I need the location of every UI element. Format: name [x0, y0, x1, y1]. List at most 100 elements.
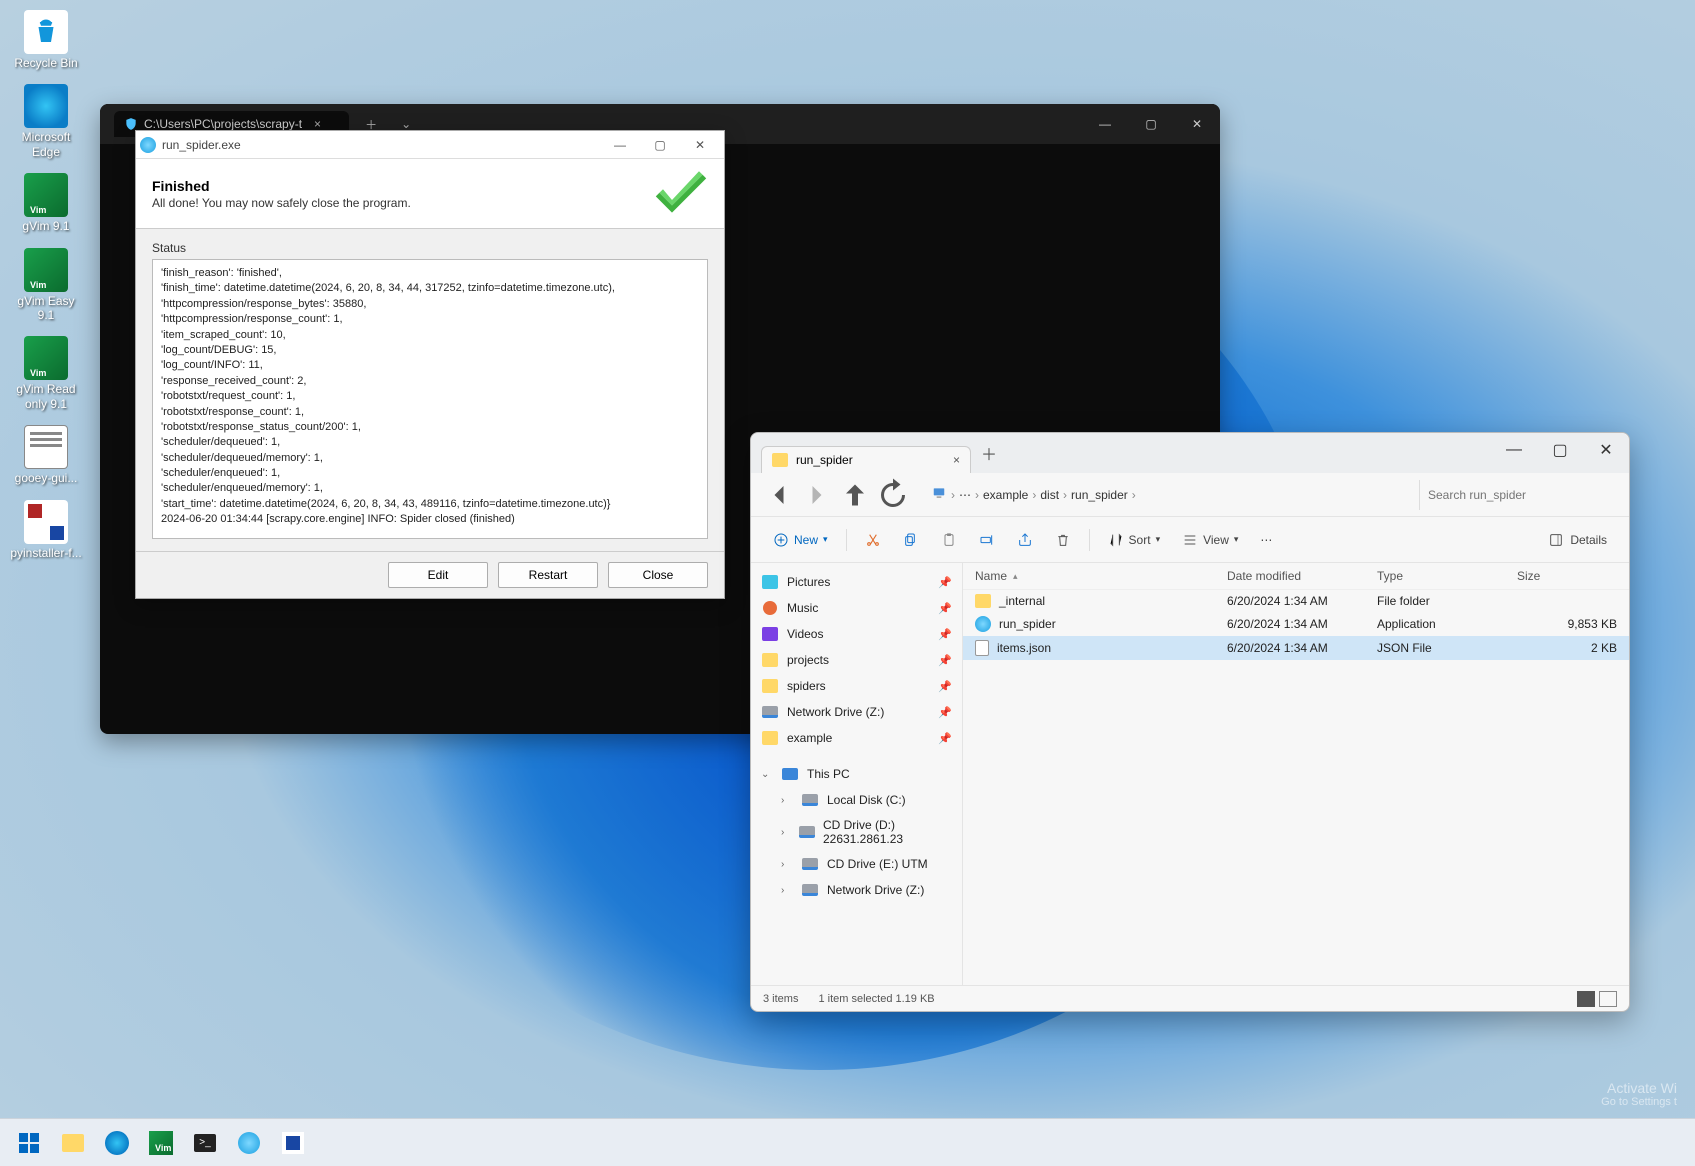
sidebar-item-drive[interactable]: ›CD Drive (E:) UTM: [751, 851, 962, 877]
drive-icon: [801, 856, 819, 872]
desktop-icon-pyi[interactable]: pyinstaller-f...: [8, 500, 84, 560]
desktop-icon-edge[interactable]: Microsoft Edge: [8, 84, 84, 159]
runspider-dialog[interactable]: run_spider.exe — ▢ ✕ Finished All done! …: [135, 130, 725, 599]
terminal-close-button[interactable]: ✕: [1174, 104, 1220, 144]
explorer-close-button[interactable]: ✕: [1583, 433, 1629, 467]
sidebar-item-thispc[interactable]: ⌄This PC: [751, 761, 962, 787]
terminal-tab-close-icon[interactable]: ×: [314, 117, 321, 131]
taskbar-pyinstaller-icon[interactable]: [272, 1123, 314, 1163]
forward-button[interactable]: [799, 479, 835, 511]
refresh-button[interactable]: [875, 479, 911, 511]
status-line: 'robotstxt/response_status_count/200': 1…: [161, 420, 699, 435]
sidebar-item-drive[interactable]: ›Local Disk (C:): [751, 787, 962, 813]
terminal-maximize-button[interactable]: ▢: [1128, 104, 1174, 144]
pc-icon: [931, 486, 947, 503]
new-button[interactable]: New▾: [765, 527, 836, 553]
taskbar[interactable]: >_: [0, 1118, 1695, 1166]
close-button[interactable]: Close: [608, 562, 708, 588]
taskbar-gvim-icon[interactable]: [140, 1123, 182, 1163]
pin-icon[interactable]: 📌: [938, 576, 952, 589]
restart-button[interactable]: Restart: [498, 562, 598, 588]
explorer-titlebar[interactable]: run_spider × ＋ — ▢ ✕: [751, 433, 1629, 473]
breadcrumb-segment[interactable]: dist: [1040, 488, 1059, 502]
pin-icon[interactable]: 📌: [938, 628, 952, 641]
view-button[interactable]: View▾: [1174, 527, 1246, 553]
file-type: Application: [1377, 617, 1517, 631]
col-date[interactable]: Date modified: [1227, 569, 1377, 583]
back-button[interactable]: [761, 479, 797, 511]
col-name[interactable]: Name▴: [975, 569, 1227, 583]
breadcrumb-more-icon[interactable]: ⋯: [959, 488, 971, 502]
rename-button[interactable]: [971, 527, 1003, 553]
file-type-icon: [975, 594, 991, 608]
chevron-right-icon[interactable]: ›: [781, 827, 791, 838]
chevron-down-icon[interactable]: ⌄: [761, 769, 773, 780]
pin-icon[interactable]: 📌: [938, 732, 952, 745]
file-row[interactable]: items.json6/20/2024 1:34 AMJSON File2 KB: [963, 636, 1629, 660]
desktop-icon-vim[interactable]: gVim Read only 9.1: [8, 336, 84, 411]
file-row[interactable]: run_spider6/20/2024 1:34 AMApplication9,…: [963, 612, 1629, 636]
sidebar-item[interactable]: Pictures📌: [751, 569, 962, 595]
terminal-minimize-button[interactable]: —: [1082, 104, 1128, 144]
pin-icon[interactable]: 📌: [938, 654, 952, 667]
file-list[interactable]: Name▴ Date modified Type Size _internal6…: [963, 563, 1629, 985]
copy-button[interactable]: [895, 527, 927, 553]
sidebar-item[interactable]: example📌: [751, 725, 962, 751]
sidebar-item[interactable]: Videos📌: [751, 621, 962, 647]
desktop-icon-label: gVim Easy 9.1: [8, 294, 84, 323]
col-type[interactable]: Type: [1377, 569, 1517, 583]
explorer-statusbar: 3 items 1 item selected 1.19 KB: [751, 985, 1629, 1011]
chevron-right-icon[interactable]: ›: [781, 795, 793, 806]
sidebar-item-drive[interactable]: ›Network Drive (Z:): [751, 877, 962, 903]
desktop-icon-bin[interactable]: Recycle Bin: [8, 10, 84, 70]
view-details-icon[interactable]: [1577, 991, 1595, 1007]
explorer-sidebar[interactable]: Pictures📌Music📌Videos📌projects📌spiders📌N…: [751, 563, 963, 985]
start-button[interactable]: [8, 1123, 50, 1163]
explorer-minimize-button[interactable]: —: [1491, 433, 1537, 467]
share-button[interactable]: [1009, 527, 1041, 553]
dialog-maximize-button[interactable]: ▢: [640, 131, 680, 159]
sort-button[interactable]: Sort▾: [1100, 527, 1169, 553]
cut-button[interactable]: [857, 527, 889, 553]
breadcrumb-segment[interactable]: example: [983, 488, 1028, 502]
up-button[interactable]: [837, 479, 873, 511]
view-thumbnails-icon[interactable]: [1599, 991, 1617, 1007]
desktop-icon-txt[interactable]: gooey-gui...: [8, 425, 84, 485]
taskbar-terminal-icon[interactable]: >_: [184, 1123, 226, 1163]
breadcrumb-segment[interactable]: run_spider: [1071, 488, 1128, 502]
sidebar-item[interactable]: projects📌: [751, 647, 962, 673]
status-textarea[interactable]: 'finish_reason': 'finished','finish_time…: [152, 259, 708, 539]
sidebar-item-drive[interactable]: ›CD Drive (D:) 22631.2861.23: [751, 813, 962, 851]
pin-icon[interactable]: 📌: [938, 602, 952, 615]
sidebar-item[interactable]: spiders📌: [751, 673, 962, 699]
chevron-right-icon[interactable]: ›: [781, 859, 793, 870]
column-headers[interactable]: Name▴ Date modified Type Size: [963, 563, 1629, 590]
pin-icon[interactable]: 📌: [938, 680, 952, 693]
paste-button[interactable]: [933, 527, 965, 553]
breadcrumb[interactable]: › ⋯ › example›dist›run_spider›: [923, 479, 1407, 511]
more-button[interactable]: ⋯: [1252, 528, 1280, 552]
dialog-close-button[interactable]: ✕: [680, 131, 720, 159]
dialog-titlebar[interactable]: run_spider.exe — ▢ ✕: [136, 131, 724, 159]
delete-button[interactable]: [1047, 527, 1079, 553]
explorer-tab-close-icon[interactable]: ×: [953, 453, 960, 467]
chevron-right-icon[interactable]: ›: [781, 885, 793, 896]
explorer-tab[interactable]: run_spider ×: [761, 446, 971, 473]
explorer-window[interactable]: run_spider × ＋ — ▢ ✕ › ⋯ › example›dist›…: [750, 432, 1630, 1012]
taskbar-explorer-icon[interactable]: [52, 1123, 94, 1163]
explorer-maximize-button[interactable]: ▢: [1537, 433, 1583, 467]
sidebar-item[interactable]: Music📌: [751, 595, 962, 621]
desktop-icon-vim[interactable]: gVim 9.1: [8, 173, 84, 233]
edit-button[interactable]: Edit: [388, 562, 488, 588]
desktop-icon-vim[interactable]: gVim Easy 9.1: [8, 248, 84, 323]
sidebar-item[interactable]: Network Drive (Z:)📌: [751, 699, 962, 725]
dialog-minimize-button[interactable]: —: [600, 131, 640, 159]
pin-icon[interactable]: 📌: [938, 706, 952, 719]
col-size[interactable]: Size: [1517, 569, 1617, 583]
explorer-new-tab-button[interactable]: ＋: [971, 435, 1007, 471]
details-button[interactable]: Details: [1540, 527, 1615, 553]
taskbar-edge-icon[interactable]: [96, 1123, 138, 1163]
file-row[interactable]: _internal6/20/2024 1:34 AMFile folder: [963, 590, 1629, 612]
search-input[interactable]: [1419, 480, 1619, 510]
taskbar-runspider-icon[interactable]: [228, 1123, 270, 1163]
